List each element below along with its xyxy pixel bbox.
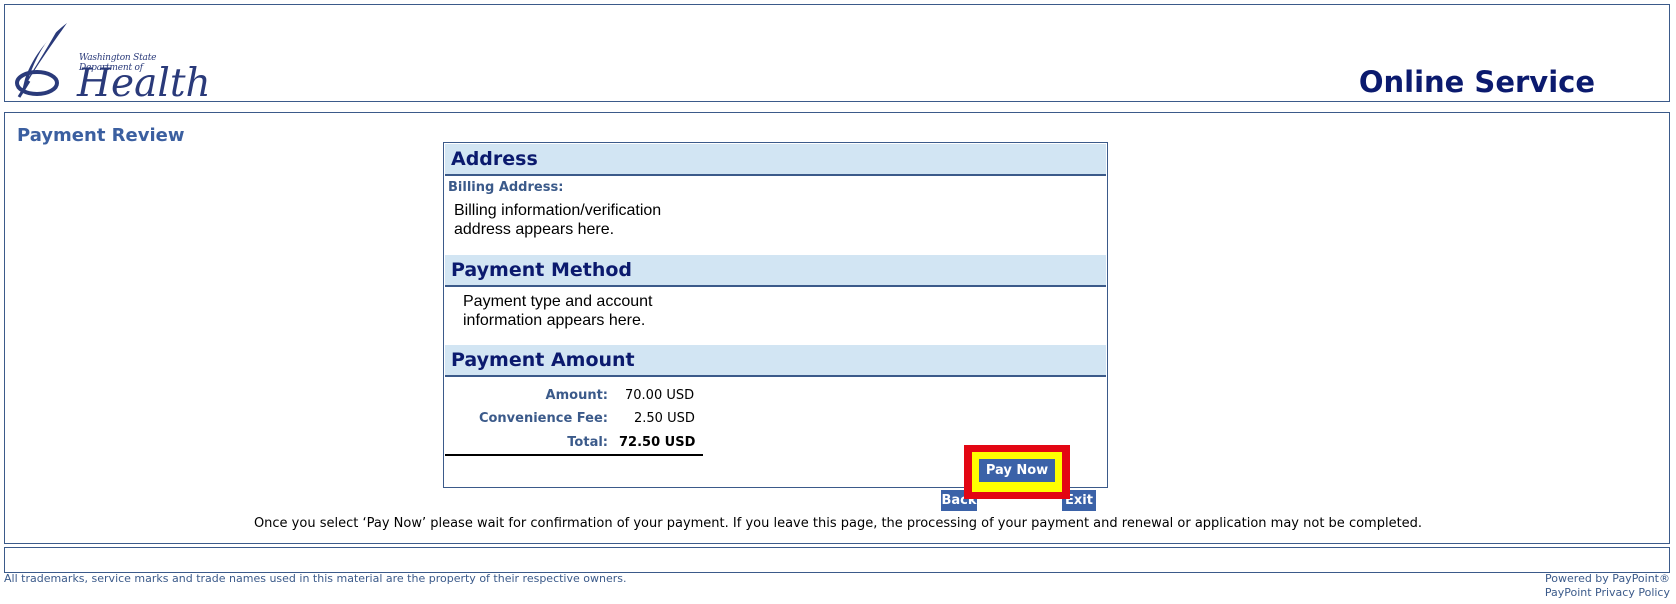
payment-review-box: Address Billing Address: Billing informa… <box>443 142 1108 511</box>
trademark-notice: All trademarks, service marks and trade … <box>4 572 627 585</box>
total-value: 72.50 USD <box>619 435 696 450</box>
convenience-fee-label: Convenience Fee: <box>478 411 608 426</box>
doh-logo[interactable]: Washington State Department of Health <box>15 17 211 107</box>
pay-now-button[interactable]: Pay Now <box>979 459 1055 482</box>
payment-method-line-2: information appears here. <box>463 312 646 329</box>
total-divider <box>445 454 703 456</box>
payment-method-text: Payment type and account information app… <box>463 292 652 330</box>
pay-now-notice: Once you select ‘Pay Now’ please wait fo… <box>253 516 1423 531</box>
billing-address-text: Billing information/verification address… <box>454 201 661 239</box>
billing-address-label: Billing Address: <box>448 180 564 195</box>
billing-address-line-2: address appears here. <box>454 221 615 238</box>
powered-by-block: Powered by PayPoint® PayPoint Privacy Po… <box>1545 572 1670 600</box>
site-header: Washington State Department of Health On… <box>4 4 1670 106</box>
feather-icon <box>15 23 67 98</box>
site-title: Online Service <box>1358 65 1595 99</box>
page-title: Payment Review <box>17 125 185 146</box>
main-panel: Payment Review Address Billing Address: … <box>4 112 1670 544</box>
billing-address-line-1: Billing information/verification <box>454 202 662 219</box>
payment-method-section-header: Payment Method <box>445 255 1106 287</box>
privacy-policy-link[interactable]: PayPoint Privacy Policy <box>1545 586 1670 599</box>
total-label: Total: <box>567 435 608 450</box>
footer-bar <box>4 547 1670 573</box>
payment-amount-section-header: Payment Amount <box>445 345 1106 377</box>
amount-label: Amount: <box>545 388 608 403</box>
convenience-fee-value: 2.50 USD <box>634 411 695 426</box>
address-section-header: Address <box>445 144 1106 176</box>
payment-method-line-1: Payment type and account <box>463 293 653 310</box>
amount-value: 70.00 USD <box>625 388 695 403</box>
logo-health-text: Health <box>77 61 211 106</box>
powered-by-text: Powered by PayPoint® <box>1545 572 1670 585</box>
